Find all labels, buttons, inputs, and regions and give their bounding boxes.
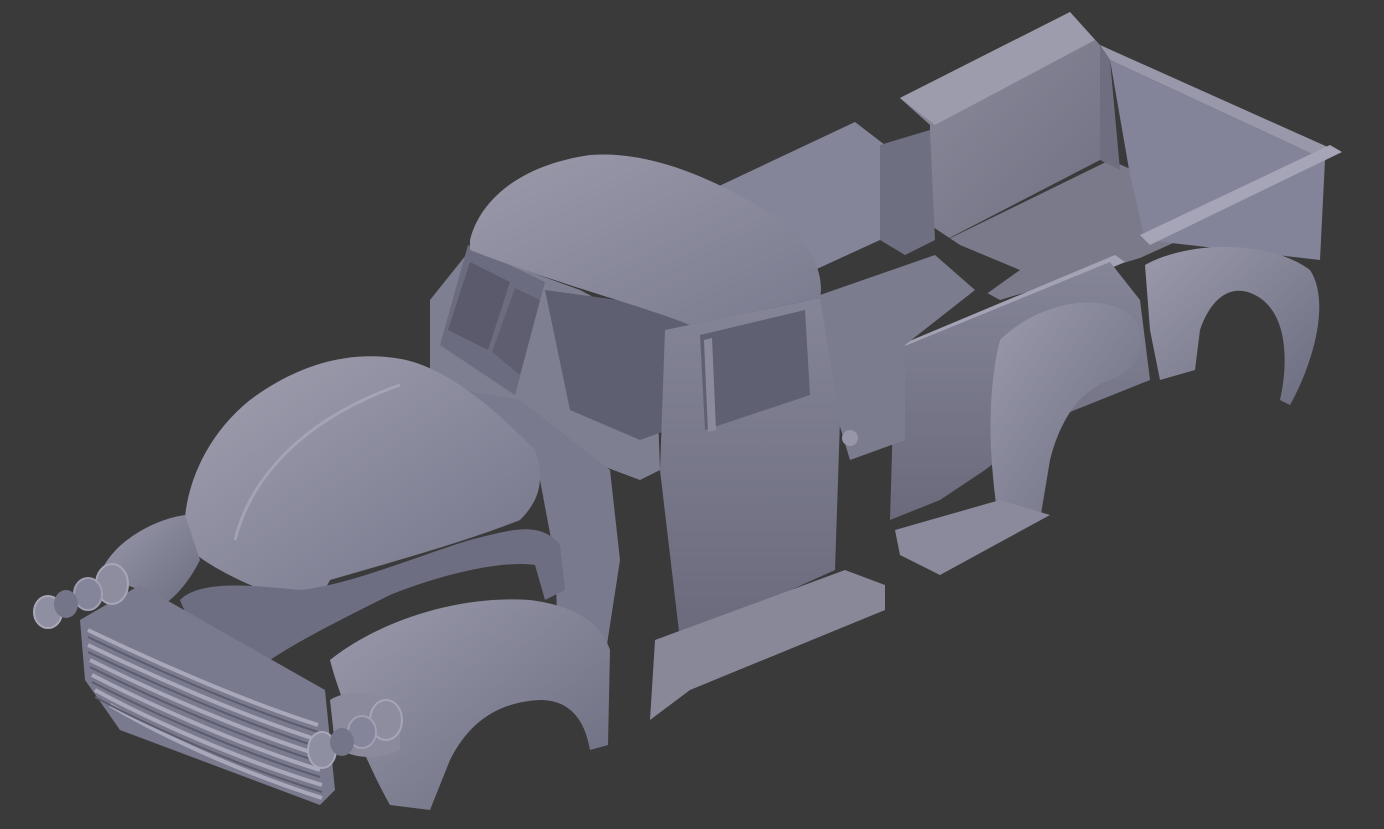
truck-model-render[interactable] <box>0 0 1384 829</box>
rear-fender-right[interactable] <box>1145 246 1320 405</box>
rear-fender-left-shell <box>990 302 1142 530</box>
rear-fender-right-shell <box>1145 246 1320 405</box>
running-board-rear <box>895 500 1050 575</box>
cab-rear-panel-inner <box>880 130 935 255</box>
door-handle[interactable] <box>842 430 858 446</box>
3d-viewport[interactable] <box>0 0 1384 829</box>
